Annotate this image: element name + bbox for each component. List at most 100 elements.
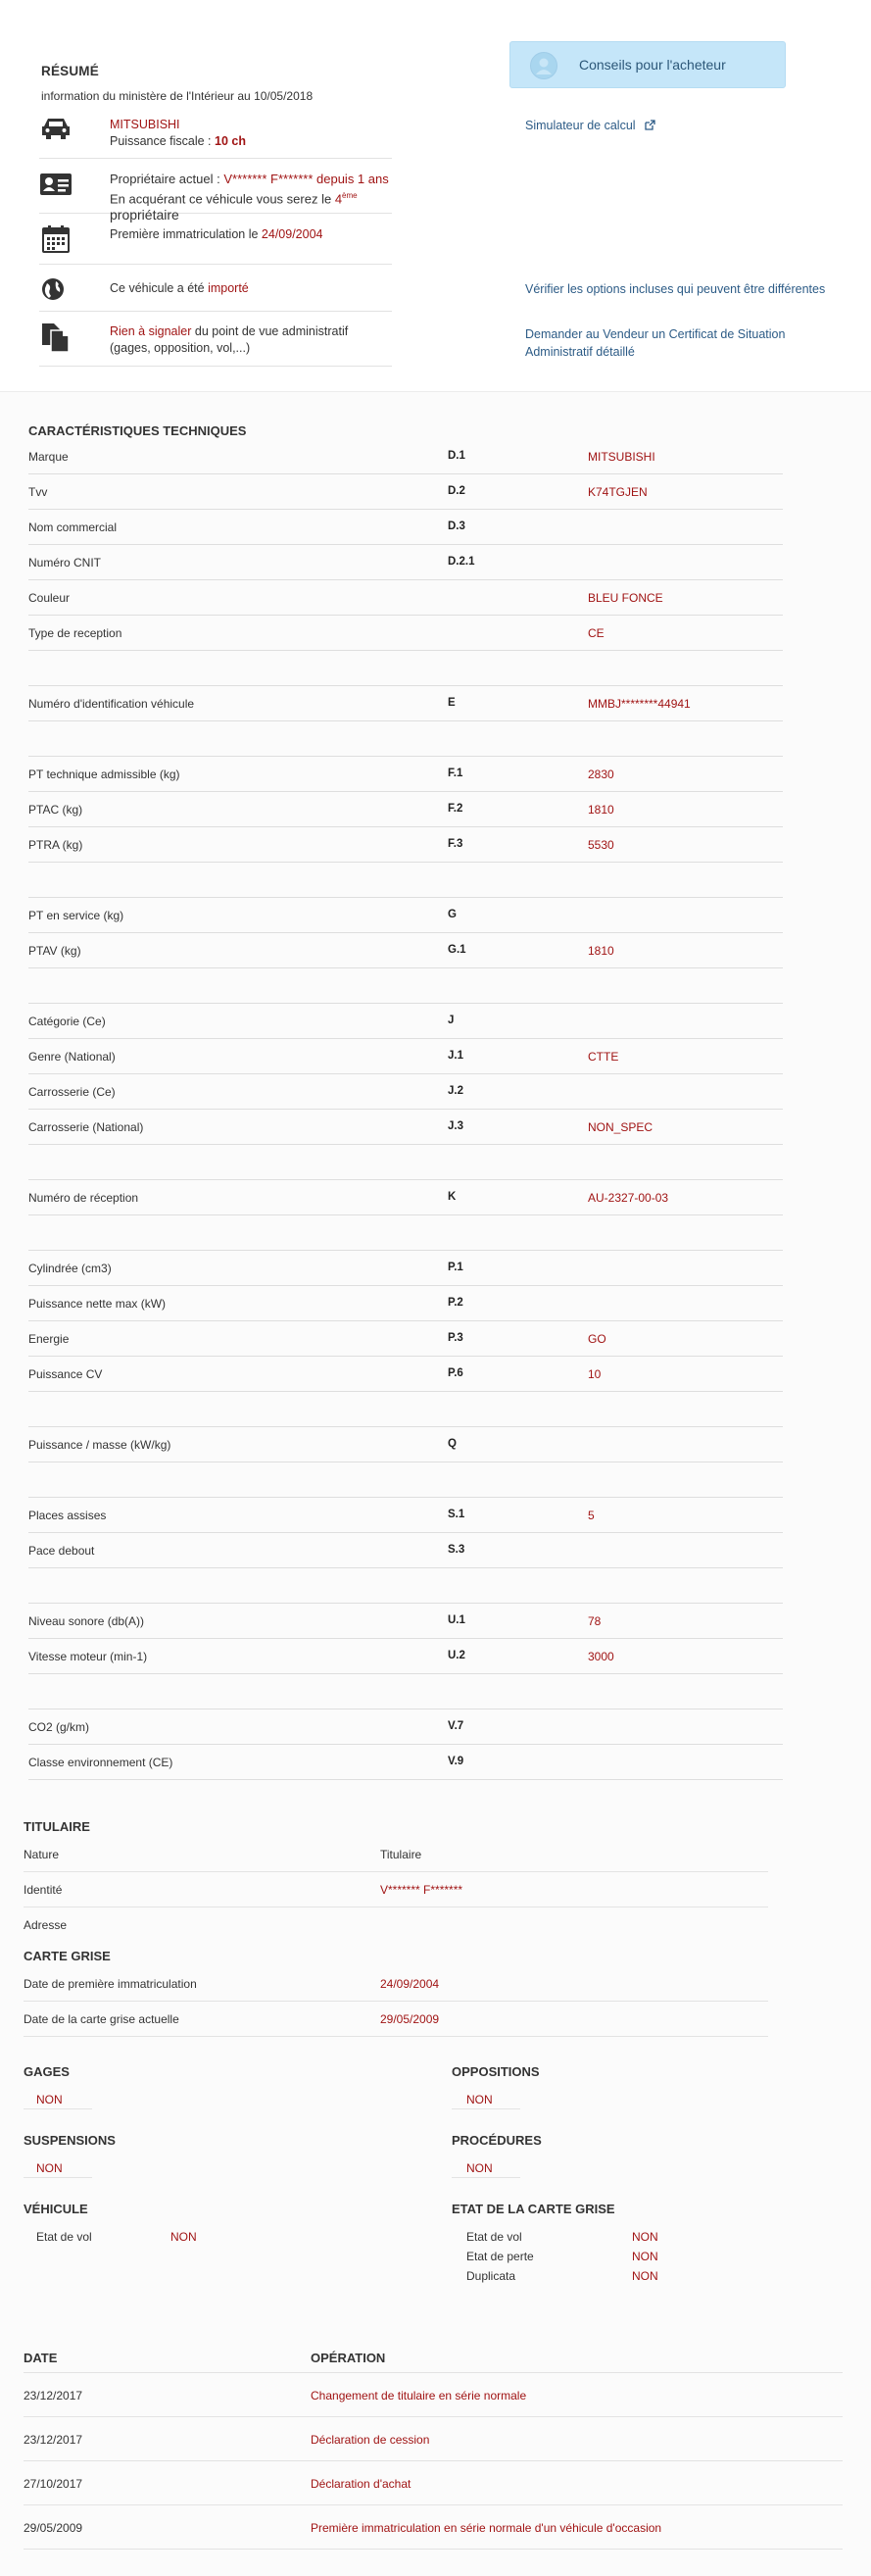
- titulaire-title: TITULAIRE: [24, 1819, 90, 1834]
- certificate-request-link[interactable]: Demander au Vendeur un Certificat de Sit…: [525, 325, 785, 361]
- tech-row: Places assises S.1 5: [28, 1498, 783, 1533]
- tech-row-code: P.3: [448, 1332, 463, 1344]
- carte-current-value: 29/05/2009: [380, 2012, 440, 2026]
- carte-current-label: Date de la carte grise actuelle: [24, 2012, 179, 2026]
- tech-row-code: G.1: [448, 944, 466, 956]
- tech-row-label: PT en service (kg): [28, 909, 124, 922]
- tech-row: [28, 1462, 783, 1498]
- carte-duplicate-value: NON: [632, 2269, 658, 2283]
- titulaire-nature-row: Nature Titulaire: [24, 1837, 768, 1872]
- tech-row-code: D.2: [448, 485, 465, 497]
- tech-row-label: Energie: [28, 1332, 70, 1346]
- history-row-date: 27/10/2017: [24, 2477, 83, 2491]
- tech-row: Catégorie (Ce) J: [28, 1004, 783, 1039]
- tech-row-code: J.3: [448, 1120, 463, 1132]
- tech-row-code: J.1: [448, 1050, 463, 1062]
- procedures-title: PROCÉDURES: [452, 2133, 542, 2148]
- carte-grise-title: CARTE GRISE: [24, 1949, 111, 1963]
- tech-row: PTAC (kg) F.2 1810: [28, 792, 783, 827]
- admin-status-detail: (gages, opposition, vol,...): [110, 341, 251, 355]
- tech-row-label: Catégorie (Ce): [28, 1015, 106, 1028]
- carte-first-value: 24/09/2004: [380, 1977, 440, 1991]
- tech-row-label: Type de reception: [28, 626, 122, 640]
- tech-row: PT technique admissible (kg) F.1 2830: [28, 757, 783, 792]
- tech-row-label: PTAV (kg): [28, 944, 81, 958]
- options-check-link[interactable]: Vérifier les options incluses qui peuven…: [525, 282, 825, 296]
- identity-value: V******* F*******: [380, 1883, 463, 1897]
- history-operation-header: OPÉRATION: [311, 2351, 386, 2365]
- tech-row-label: Genre (National): [28, 1050, 116, 1064]
- tech-row: Marque D.1 MITSUBISHI: [28, 439, 783, 474]
- summary-row-first-registration: Première immatriculation le 24/09/2004: [39, 214, 392, 265]
- owner-label: Propriétaire actuel :: [110, 172, 224, 186]
- gages-title: GAGES: [24, 2064, 70, 2079]
- titulaire-address-row: Adresse: [24, 1907, 768, 1943]
- tech-row-code: J.2: [448, 1085, 463, 1097]
- tech-row-label: Numéro de réception: [28, 1191, 139, 1205]
- oppositions-value: NON: [466, 2093, 493, 2106]
- tech-row-value: 5: [588, 1509, 595, 1522]
- summary-row-owner: Propriétaire actuel : V******* F******* …: [39, 159, 392, 223]
- simulator-link-label: Simulateur de calcul: [525, 119, 636, 132]
- tech-row: Type de reception CE: [28, 616, 783, 651]
- tech-row-label: Puissance / masse (kW/kg): [28, 1438, 171, 1452]
- tech-row-code: D.2.1: [448, 556, 475, 568]
- tech-row: Couleur BLEU FONCE: [28, 580, 783, 616]
- tech-row-value: NON_SPEC: [588, 1120, 653, 1134]
- tech-row: [28, 1392, 783, 1427]
- history-row-date: 23/12/2017: [24, 2433, 83, 2447]
- history-row: 23/12/2017 Changement de titulaire en sér…: [24, 2373, 843, 2417]
- tech-row: [28, 651, 783, 686]
- tech-row-value: CTTE: [588, 1050, 619, 1064]
- tech-row: Numéro d'identification véhicule E MMBJ***…: [28, 686, 783, 721]
- oppositions-title: OPPOSITIONS: [452, 2064, 540, 2079]
- tech-row-label: Nom commercial: [28, 520, 118, 534]
- summary-row-admin: Rien à signaler du point de vue administ…: [39, 312, 392, 367]
- gages-divider: [24, 2108, 92, 2109]
- summary-subtitle: information du ministère de l'Intérieur …: [41, 89, 314, 103]
- carte-first-row: Date de première immatriculation 24/09/2…: [24, 1966, 768, 2002]
- tech-row-label: PTAC (kg): [28, 803, 83, 817]
- car-icon: [39, 116, 73, 145]
- tech-row: PT en service (kg) G: [28, 898, 783, 933]
- admin-status-value: Rien à signaler: [110, 324, 192, 338]
- carte-theft-value: NON: [632, 2230, 658, 2244]
- tech-row: PTAV (kg) G.1 1810: [28, 933, 783, 968]
- tech-row-label: Niveau sonore (db(A)): [28, 1614, 145, 1628]
- oppositions-divider: [452, 2108, 520, 2109]
- buyer-advice-label: Conseils pour l'acheteur: [579, 57, 726, 73]
- tech-row: Numéro CNIT D.2.1: [28, 545, 783, 580]
- tech-row-code: V.7: [448, 1720, 464, 1732]
- simulator-link[interactable]: Simulateur de calcul: [525, 119, 655, 133]
- tech-row-label: Places assises: [28, 1509, 107, 1522]
- suspensions-divider: [24, 2177, 92, 2178]
- tech-row-value: K74TGJEN: [588, 485, 648, 499]
- tech-row-value: CE: [588, 626, 605, 640]
- vehicle-brand: MITSUBISHI: [110, 118, 180, 131]
- summary-row-vehicle: MITSUBISHI Puissance fiscale : 10 ch: [39, 108, 392, 159]
- tech-row-value: 3000: [588, 1650, 614, 1663]
- tech-row-label: Carrosserie (National): [28, 1120, 144, 1134]
- tech-row: Puissance CV P.6 10: [28, 1357, 783, 1392]
- first-registration-value: 24/09/2004: [261, 227, 323, 241]
- owner-rank: 4: [334, 191, 343, 207]
- history-row-operation: Changement de titulaire en série normale: [311, 2389, 527, 2403]
- owner-value: V******* F******* depuis 1 ans: [223, 172, 389, 186]
- import-label: Ce véhicule a été: [110, 281, 209, 295]
- tech-row-value: MMBJ********44941: [588, 697, 691, 711]
- carte-first-label: Date de première immatriculation: [24, 1977, 197, 1991]
- tech-row-value: 1810: [588, 944, 614, 958]
- suspensions-value: NON: [36, 2161, 63, 2175]
- external-link-icon: [645, 120, 655, 133]
- vehicle-theft-label: Etat de vol: [36, 2230, 92, 2244]
- fiscal-power-value: 10 ch: [215, 134, 246, 148]
- tech-row: Classe environnement (CE) V.9: [28, 1745, 783, 1780]
- tech-row: Puissance nette max (kW) P.2: [28, 1286, 783, 1321]
- tech-row: Pace debout S.3: [28, 1533, 783, 1568]
- tech-row-label: Numéro CNIT: [28, 556, 102, 570]
- tech-row-code: P.6: [448, 1367, 463, 1379]
- tech-row: Energie P.3 GO: [28, 1321, 783, 1357]
- globe-icon: [39, 276, 73, 306]
- buyer-advice-button[interactable]: Conseils pour l'acheteur: [509, 41, 786, 88]
- tech-row-value: 2830: [588, 768, 614, 781]
